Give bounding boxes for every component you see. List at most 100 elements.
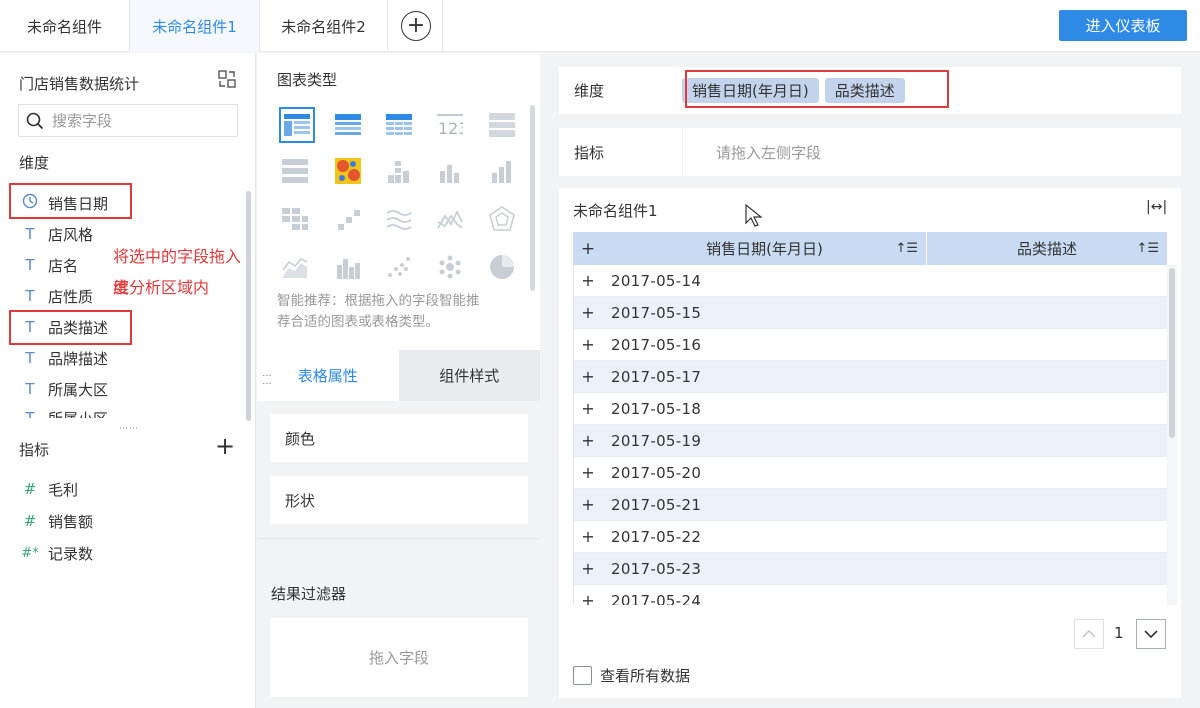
sort-icon[interactable]: ↑☰ [1136,241,1159,256]
grouped-table-icon[interactable] [279,107,315,143]
detail-table-icon[interactable] [383,109,415,141]
sort-icon[interactable]: ↑☰ [895,241,918,256]
measure-shelf[interactable]: 指标 请拖入左侧字段 [559,128,1181,176]
table-row[interactable]: +2017-05-21 [573,489,1167,521]
field-region[interactable]: T 所属大区 [20,375,108,403]
table-row[interactable]: +2017-05-19 [573,425,1167,457]
expand-row-icon[interactable]: + [573,271,603,290]
expand-row-icon[interactable]: + [573,399,603,418]
field-record-count[interactable]: #* 记录数 [20,539,93,567]
chart-config-panel: 图表类型 123 智能推荐：根据拖入的字段智能推 荐合适的图表或表格类型。 表格… [257,53,540,708]
chevron-down-icon [1144,630,1158,638]
field-gross-profit[interactable]: # 毛利 [20,475,78,503]
expand-row-icon[interactable]: + [573,335,603,354]
table-row[interactable]: +2017-05-18 [573,393,1167,425]
scatter-icon[interactable] [383,251,415,283]
table-row[interactable]: +2017-05-17 [573,361,1167,393]
area-line-icon[interactable] [434,203,466,235]
expand-row-icon[interactable]: + [573,303,603,322]
area-chart-icon[interactable] [279,251,311,283]
result-filter-dropzone[interactable]: 拖入字段 [270,618,528,697]
switch-dataset-icon[interactable] [217,69,237,93]
table-row[interactable]: +2017-05-16 [573,329,1167,361]
expand-row-icon[interactable]: + [573,367,603,386]
tab-component-style[interactable]: 组件样式 [398,350,540,401]
matrix-icon[interactable] [279,203,311,235]
field-sales-amount[interactable]: # 销售额 [20,507,93,535]
field-label: 销售额 [48,512,94,531]
field-label: 店风格 [48,225,94,244]
expand-row-icon[interactable]: + [573,463,603,482]
field-brand[interactable]: T 品牌描述 [20,344,108,372]
measure-shelf-label: 指标 [559,128,683,176]
expand-row-icon[interactable]: + [573,495,603,514]
field-store-style[interactable]: T 店风格 [20,220,93,248]
row-date: 2017-05-17 [611,367,702,386]
tab-table-properties[interactable]: 表格属性 [257,350,399,401]
tab-component-1[interactable]: 未命名组件1 [130,0,260,52]
fit-width-icon[interactable]: |↔| [1146,199,1167,215]
enter-dashboard-button[interactable]: 进入仪表板 [1059,10,1187,41]
column-chart-icon[interactable] [486,155,518,187]
page-number: 1 [1114,624,1124,642]
tab-component[interactable]: 未命名组件 [0,0,130,52]
search-icon [26,112,44,129]
table-row[interactable]: +2017-05-23 [573,553,1167,585]
number-field-icon: # [23,480,37,498]
text-field-icon: T [25,256,35,274]
heatmap-icon[interactable] [332,155,364,187]
table-row[interactable]: +2017-05-14 [573,265,1167,297]
field-scrollbar[interactable] [246,191,251,421]
drag-handle-icon[interactable]: ⋮⋮ [261,371,271,387]
view-all-data-toggle[interactable]: 查看所有数据 [573,665,690,686]
field-store-type[interactable]: T 店性质 [20,282,93,310]
expand-row-icon[interactable]: + [573,559,603,578]
row-date: 2017-05-23 [611,559,702,578]
chart-type-label: 图表类型 [277,71,338,89]
table-row[interactable]: +2017-05-20 [573,457,1167,489]
add-measure-icon[interactable]: + [215,434,235,458]
page-up-button[interactable] [1074,619,1104,649]
property-tabs: 表格属性 组件样式 [257,350,540,401]
tab-component-2[interactable]: 未命名组件2 [260,0,388,52]
chart-type-scrollbar[interactable] [530,105,535,291]
kpi-card-icon[interactable] [486,109,518,141]
resize-handle[interactable]: ⋯⋯ [119,424,139,434]
col-header-date[interactable]: 销售日期(年月日) ↑☰ [603,232,927,265]
expand-row-icon[interactable]: + [573,527,603,546]
table-row[interactable]: +2017-05-24 [573,585,1167,605]
add-tab-icon[interactable]: + [401,11,431,41]
highlight-box-sales-date [9,183,132,219]
stacked-bar-icon[interactable] [383,155,415,187]
bar-group-icon[interactable] [332,251,364,283]
range-table-icon[interactable] [279,155,311,187]
waterfall-icon[interactable] [332,203,364,235]
row-date: 2017-05-19 [611,431,702,450]
col-header-category[interactable]: 品类描述 ↑☰ [927,232,1167,265]
divider [257,538,540,539]
table-row[interactable]: +2017-05-15 [573,297,1167,329]
search-field-input[interactable]: 搜索字段 [18,104,238,137]
number-field-icon: # [23,512,37,530]
expand-row-icon[interactable]: + [573,431,603,450]
field-store-name[interactable]: T 店名 [20,251,78,279]
crosstab-icon[interactable] [332,109,364,141]
grouped-bar-icon[interactable] [434,155,466,187]
shape-property[interactable]: 形状 [270,476,528,524]
page-down-button[interactable] [1136,619,1166,649]
row-date: 2017-05-21 [611,495,702,514]
pie-chart-icon[interactable] [486,251,518,283]
line-chart-icon[interactable] [383,203,415,235]
view-all-checkbox[interactable] [573,666,592,685]
expand-row-icon[interactable]: + [573,591,603,605]
table-scrollbar[interactable] [1169,268,1175,438]
bubble-icon[interactable] [434,251,466,283]
kpi-number-icon[interactable]: 123 [434,109,466,141]
color-property[interactable]: 颜色 [270,414,528,462]
table-row[interactable]: +2017-05-22 [573,521,1167,553]
radar-chart-icon[interactable] [486,203,518,235]
expand-all-icon[interactable]: + [573,239,603,259]
dimension-section-label: 维度 [19,154,50,172]
tab-divider [442,0,443,52]
field-subregion[interactable]: T 所属小区 [20,406,108,418]
